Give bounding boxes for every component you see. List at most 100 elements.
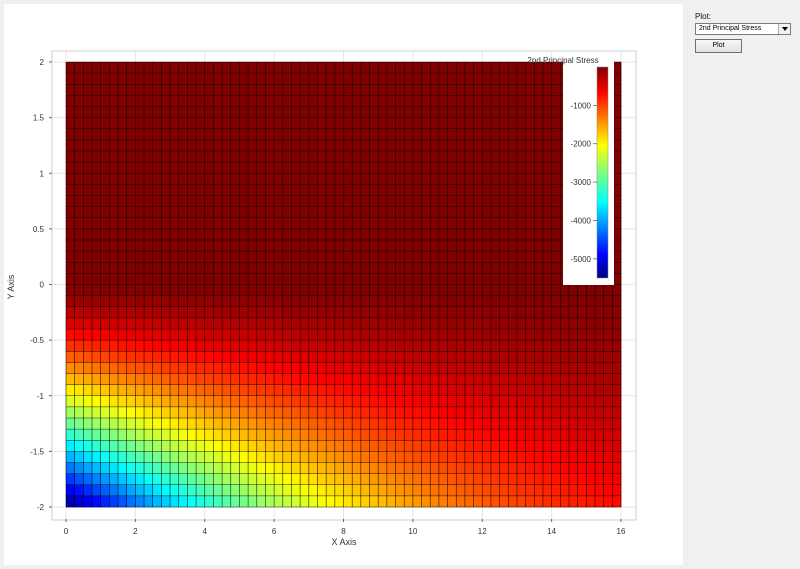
mesh-cell: [118, 162, 128, 174]
mesh-cell: [586, 406, 596, 419]
mesh-cell: [308, 151, 318, 163]
mesh-cell: [308, 495, 318, 508]
mesh-cell: [265, 406, 275, 419]
mesh-cell: [326, 106, 336, 118]
mesh-cell: [126, 317, 136, 330]
mesh-cell: [386, 462, 396, 474]
mesh-cell: [161, 117, 171, 130]
mesh-cell: [109, 84, 119, 96]
mesh-cell: [74, 329, 84, 341]
mesh-cell: [577, 451, 587, 463]
mesh-cell: [551, 395, 561, 408]
mesh-cell: [83, 495, 93, 508]
mesh-cell: [256, 317, 266, 330]
mesh-cell: [369, 273, 379, 285]
mesh-cell: [83, 139, 93, 152]
mesh-cell: [586, 284, 596, 296]
mesh-cell: [196, 384, 206, 397]
mesh-cell: [239, 139, 249, 152]
mesh-cell: [395, 495, 405, 508]
mesh-cell: [144, 240, 154, 252]
mesh-cell: [187, 240, 197, 252]
mesh-cell: [161, 162, 171, 174]
mesh-cell: [92, 429, 101, 441]
mesh-cell: [404, 151, 414, 163]
mesh-cell: [369, 162, 379, 174]
mesh-cell: [239, 228, 249, 241]
mesh-cell: [352, 251, 362, 263]
mesh-cell: [178, 295, 188, 308]
chevron-down-icon[interactable]: [778, 24, 790, 34]
mesh-cell: [412, 295, 422, 308]
mesh-cell: [456, 484, 466, 497]
mesh-cell: [464, 128, 474, 141]
mesh-cell: [317, 84, 327, 96]
mesh-cell: [291, 73, 301, 85]
mesh-cell: [542, 273, 552, 285]
mesh-cell: [542, 451, 552, 463]
mesh-cell: [447, 240, 457, 252]
mesh-cell: [551, 440, 561, 452]
mesh-cell: [369, 484, 379, 497]
mesh-cell: [126, 128, 136, 141]
mesh-cell: [256, 384, 266, 397]
mesh-cell: [508, 206, 518, 219]
mesh-cell: [352, 495, 362, 508]
mesh-cell: [464, 451, 474, 463]
mesh-cell: [274, 84, 284, 96]
mesh-cell: [586, 451, 596, 463]
mesh-cell: [430, 329, 440, 341]
mesh-cell: [300, 329, 310, 341]
y-tick-label: -0.5: [30, 336, 44, 345]
mesh-cell: [334, 406, 344, 419]
mesh-cell: [248, 462, 258, 474]
mesh-cell: [126, 418, 136, 430]
mesh-cell: [248, 262, 258, 274]
mesh-cell: [170, 84, 180, 96]
mesh-cell: [551, 406, 561, 419]
mesh-cell: [542, 117, 552, 130]
mesh-cell: [187, 418, 197, 430]
mesh-cell: [464, 384, 474, 397]
plot-select-dropdown[interactable]: 2nd Principal Stress: [695, 23, 791, 35]
mesh-cell: [516, 362, 526, 374]
mesh-cell: [213, 84, 223, 96]
mesh-cell: [421, 340, 431, 352]
mesh-cell: [430, 362, 440, 374]
mesh-cell: [66, 195, 75, 207]
mesh-cell: [161, 284, 171, 296]
mesh-cell: [386, 295, 396, 308]
mesh-cell: [412, 418, 422, 430]
mesh-cell: [594, 340, 604, 352]
mesh-cell: [83, 128, 93, 141]
mesh-cell: [308, 62, 318, 74]
mesh-cell: [360, 373, 370, 385]
mesh-cell: [560, 395, 570, 408]
mesh-cell: [412, 384, 422, 397]
mesh-cell: [447, 351, 457, 363]
mesh-cell: [412, 495, 422, 508]
mesh-cell: [135, 484, 145, 497]
mesh-cell: [144, 139, 154, 152]
mesh-cell: [74, 373, 84, 385]
mesh-cell: [222, 462, 232, 474]
mesh-cell: [152, 251, 162, 263]
mesh-cell: [421, 306, 431, 319]
mesh-cell: [447, 317, 457, 330]
mesh-cell: [83, 362, 93, 374]
mesh-cell: [395, 128, 405, 141]
mesh-cell: [430, 306, 440, 319]
mesh-cell: [265, 228, 275, 241]
mesh-cell: [178, 195, 188, 207]
mesh-cell: [542, 262, 552, 274]
mesh-cell: [386, 484, 396, 497]
plot-button[interactable]: Plot: [695, 39, 742, 53]
mesh-cell: [421, 273, 431, 285]
mesh-cell: [525, 273, 535, 285]
mesh-cell: [74, 273, 84, 285]
mesh-cell: [421, 462, 431, 474]
mesh-cell: [421, 84, 431, 96]
mesh-cell: [187, 95, 197, 107]
mesh-cell: [516, 84, 526, 96]
mesh-cell: [516, 484, 526, 497]
